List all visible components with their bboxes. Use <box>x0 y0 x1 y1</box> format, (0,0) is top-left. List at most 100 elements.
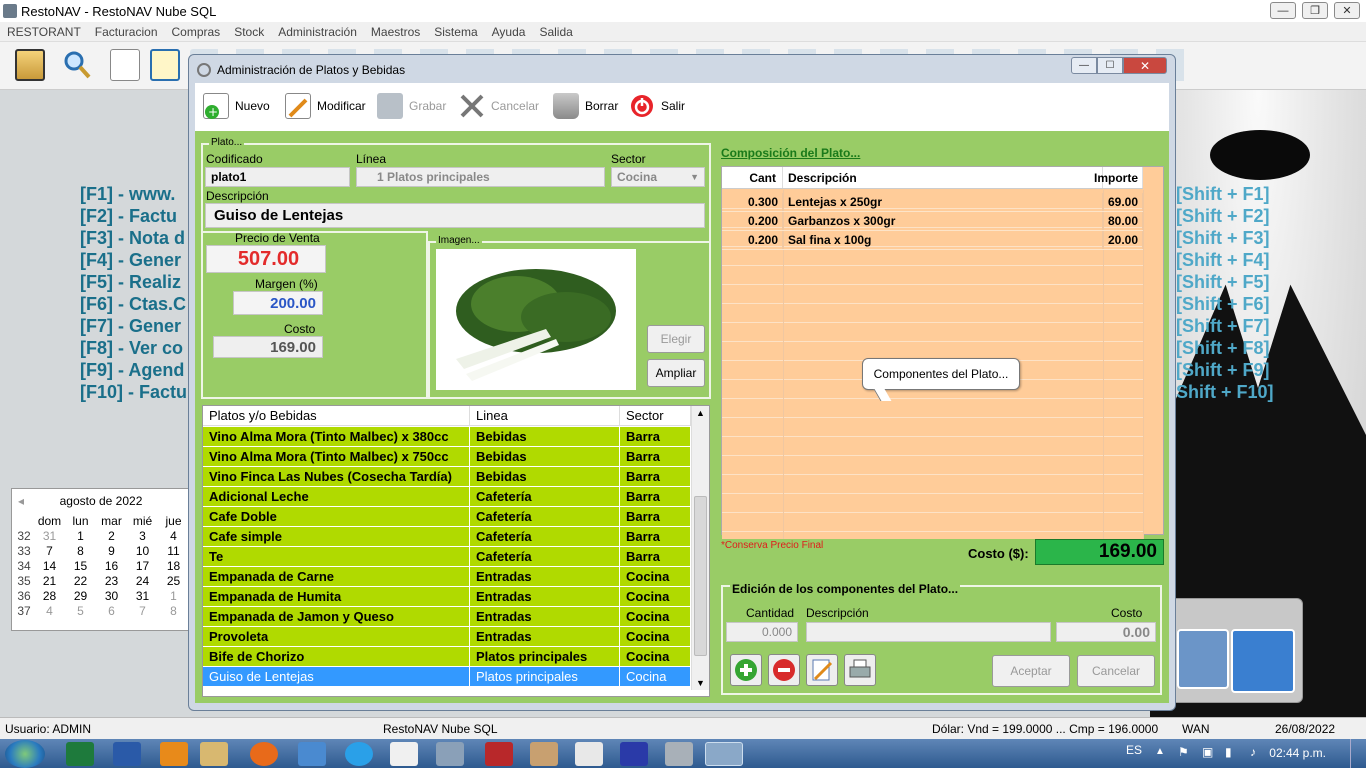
scroll-thumb[interactable] <box>694 496 707 656</box>
volume-icon[interactable]: ♪ <box>1250 745 1256 759</box>
calendar-day[interactable]: 14 <box>34 558 65 573</box>
menu-compras[interactable]: Compras <box>172 25 221 39</box>
fkey-f8[interactable]: [F8] - Ver co <box>80 337 187 359</box>
composicion-row[interactable]: 0.200 Sal fina x 100g 20.00 <box>722 231 1143 250</box>
window-icon[interactable] <box>575 742 603 766</box>
calendar-day[interactable]: 21 <box>34 573 65 588</box>
modificar-button[interactable]: Modificar <box>285 91 366 121</box>
scroll-up-icon[interactable]: ▲ <box>696 408 705 418</box>
plato-row[interactable]: Cafe Doble Cafetería Barra <box>203 507 691 527</box>
calendar-day[interactable]: 7 <box>34 543 65 558</box>
calendar-day[interactable]: 30 <box>96 588 127 603</box>
menu-maestros[interactable]: Maestros <box>371 25 420 39</box>
calendar-day[interactable]: 8 <box>65 543 96 558</box>
restonav-task[interactable] <box>705 742 743 766</box>
flash-icon[interactable] <box>298 742 326 766</box>
calendar-day[interactable]: 2 <box>96 528 127 543</box>
costo-field[interactable]: 169.00 <box>213 336 323 358</box>
fkey-f9[interactable]: [F9] - Agend <box>80 359 187 381</box>
fkey-f2[interactable]: [F2] - Factu <box>80 205 187 227</box>
remove-component-button[interactable] <box>768 654 800 686</box>
margen-field[interactable]: 200.00 <box>233 291 323 315</box>
calendar-day[interactable]: 18 <box>158 558 189 573</box>
calendar-day[interactable]: 29 <box>65 588 96 603</box>
cancelar-edicion-button[interactable]: Cancelar <box>1077 655 1155 687</box>
plato-row[interactable]: Empanada de Carne Entradas Cocina <box>203 567 691 587</box>
menu-salida[interactable]: Salida <box>539 25 572 39</box>
fkey-f4[interactable]: [F4] - Gener <box>80 249 187 271</box>
plato-row[interactable]: Cafe simple Cafetería Barra <box>203 527 691 547</box>
plato-row[interactable]: Guiso de Lentejas Platos principales Cocin… <box>203 667 691 687</box>
borrar-button[interactable]: Borrar <box>553 91 618 121</box>
flag-icon[interactable]: ⚑ <box>1178 745 1189 759</box>
fkey-f7[interactable]: [F7] - Gener <box>80 315 187 337</box>
plato-row[interactable]: Adicional Leche Cafetería Barra <box>203 487 691 507</box>
app-icon-c[interactable] <box>620 742 648 766</box>
fkey-shift-f7[interactable]: [Shift + F7] <box>1176 315 1274 337</box>
network-icon[interactable]: ▣ <box>1202 745 1213 759</box>
calendar-day[interactable]: 25 <box>158 573 189 588</box>
window-minimize-button[interactable]: — <box>1071 57 1097 74</box>
language-indicator[interactable]: ES <box>1126 743 1142 757</box>
scroll-down-icon[interactable]: ▼ <box>696 678 705 688</box>
fkey-shift-f9[interactable]: [Shift + F9] <box>1176 359 1274 381</box>
menu-stock[interactable]: Stock <box>234 25 264 39</box>
tools-icon[interactable] <box>1231 629 1295 693</box>
menu-restorant[interactable]: RESTORANT <box>7 25 81 39</box>
plato-row[interactable]: Vino Alma Mora (Tinto Malbec) x 380cc Beb… <box>203 427 691 447</box>
plato-row[interactable]: Empanada de Jamon y Queso Entradas Cocina <box>203 607 691 627</box>
calendar-day[interactable]: 7 <box>127 603 158 618</box>
start-button[interactable] <box>5 740 45 768</box>
sector-select[interactable]: Cocina ▼ <box>611 167 705 187</box>
calendar-day[interactable]: 17 <box>127 558 158 573</box>
window-maximize-button[interactable]: ☐ <box>1097 57 1123 74</box>
fkey-shift-f10[interactable]: Shift + F10] <box>1176 381 1274 403</box>
app-icon-a[interactable] <box>436 742 464 766</box>
notes-icon[interactable] <box>1177 629 1229 689</box>
calendar-day[interactable]: 23 <box>96 573 127 588</box>
calendar-day[interactable]: 31 <box>34 528 65 543</box>
plato-row[interactable]: Bife de Chorizo Platos principales Cocina <box>203 647 691 667</box>
calendar-day[interactable]: 16 <box>96 558 127 573</box>
aceptar-button[interactable]: Aceptar <box>992 655 1070 687</box>
col-linea[interactable]: Linea <box>470 406 620 425</box>
folder-icon[interactable] <box>200 742 228 766</box>
plato-row[interactable]: Provoleta Entradas Cocina <box>203 627 691 647</box>
plato-row[interactable]: Vino Alma Mora (Tinto Malbec) x 750cc Beb… <box>203 447 691 467</box>
show-desktop-button[interactable] <box>1350 739 1366 768</box>
chrome-icon[interactable] <box>390 742 418 766</box>
document-icon[interactable] <box>110 49 140 81</box>
excel-icon[interactable] <box>66 742 94 766</box>
edicion-cantidad-field[interactable]: 0.000 <box>726 622 798 642</box>
calendar-prev-icon[interactable]: ◂ <box>18 494 24 508</box>
search-icon[interactable] <box>62 49 92 81</box>
calendar-day[interactable]: 28 <box>34 588 65 603</box>
nuevo-button[interactable]: + Nuevo <box>203 91 270 121</box>
filezilla-icon[interactable] <box>485 742 513 766</box>
clock[interactable]: 02:44 p.m. <box>1269 746 1326 760</box>
edicion-costo-field[interactable]: 0.00 <box>1056 622 1156 642</box>
fkey-shift-f8[interactable]: [Shift + F8] <box>1176 337 1274 359</box>
menu-ayuda[interactable]: Ayuda <box>492 25 526 39</box>
calendar-day[interactable]: 15 <box>65 558 96 573</box>
calendar-day[interactable]: 1 <box>65 528 96 543</box>
menu-facturacion[interactable]: Facturacion <box>95 25 158 39</box>
linea-field[interactable]: 1 Platos principales <box>356 167 605 187</box>
fkey-f10[interactable]: [F10] - Factu <box>80 381 187 403</box>
calendar-day[interactable]: 4 <box>34 603 65 618</box>
salir-button[interactable]: Salir <box>629 91 685 121</box>
fkey-shift-f5[interactable]: [Shift + F5] <box>1176 271 1274 293</box>
window-close-button[interactable]: ✕ <box>1123 57 1167 74</box>
list-scrollbar[interactable]: ▲ ▼ <box>691 406 709 690</box>
calendar-day[interactable]: 3 <box>127 528 158 543</box>
calendar-day[interactable]: 8 <box>158 603 189 618</box>
media-player-icon[interactable] <box>160 742 188 766</box>
composicion-row[interactable]: 0.300 Lentejas x 250gr 69.00 <box>722 193 1143 212</box>
word-icon[interactable] <box>113 742 141 766</box>
fkey-shift-f6[interactable]: [Shift + F6] <box>1176 293 1274 315</box>
elegir-button[interactable]: Elegir <box>647 325 705 353</box>
add-component-button[interactable] <box>730 654 762 686</box>
calendar-day[interactable]: 24 <box>127 573 158 588</box>
menu-sistema[interactable]: Sistema <box>434 25 477 39</box>
edicion-descripcion-field[interactable] <box>806 622 1051 642</box>
